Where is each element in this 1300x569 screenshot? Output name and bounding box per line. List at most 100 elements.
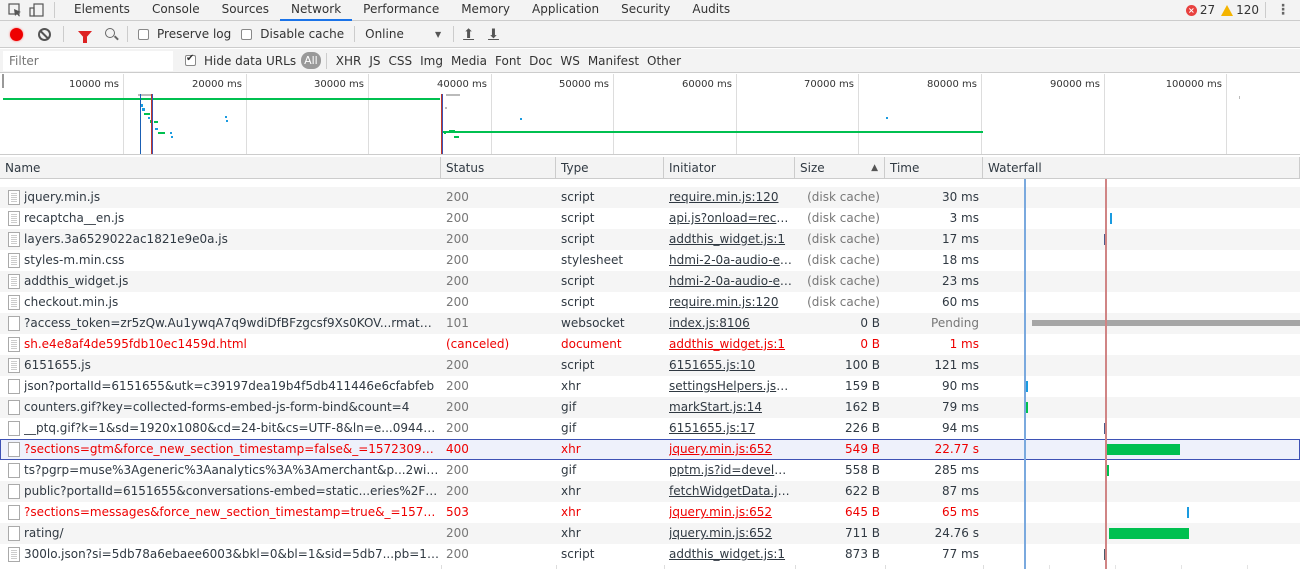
cell-initiator[interactable]: index.js:8106 [669, 313, 792, 334]
cell-time: 79 ms [941, 400, 979, 414]
cell-initiator[interactable]: markStart.js:14 [669, 397, 792, 418]
blank-file-icon [8, 484, 20, 499]
hide-data-urls-checkbox[interactable]: Hide data URLs [185, 53, 296, 68]
overview-request-bar [225, 116, 227, 118]
divider [127, 26, 128, 42]
cell-status: 200 [446, 421, 469, 435]
tab-audits[interactable]: Audits [681, 0, 741, 20]
network-toolbar: Preserve log Disable cache Online ▼ ⬆ ⬇ [0, 21, 1300, 48]
cell-time: 87 ms [941, 484, 979, 498]
cell-initiator[interactable]: addthis_widget.js:1 [669, 544, 792, 565]
cell-initiator[interactable]: 6151655.js:10 [669, 355, 792, 376]
filter-type-manifest[interactable]: Manifest [588, 54, 639, 68]
cell-initiator[interactable]: hdmi-2-0a-audio-ext... [669, 250, 792, 271]
cell-initiator[interactable]: addthis_widget.js:1 [669, 229, 792, 250]
cell-status: 200 [446, 463, 469, 477]
overview-resizer-handle[interactable] [2, 74, 4, 88]
cell-initiator[interactable]: hdmi-2-0a-audio-ext... [669, 271, 792, 292]
overview-gridline [368, 74, 369, 154]
cell-type: script [561, 547, 595, 561]
cell-size: (disk cache) [807, 274, 880, 288]
cell-initiator[interactable]: addthis_widget.js:1 [669, 334, 792, 355]
cell-initiator[interactable]: settingsHelpers.js:12 [669, 376, 792, 397]
cell-time: 77 ms [941, 547, 979, 561]
cell-status: 200 [446, 232, 469, 246]
dom-content-loaded-line [1024, 179, 1026, 569]
cell-name: public?portalId=6151655&conversations-em… [24, 484, 439, 498]
tab-sources[interactable]: Sources [211, 0, 280, 20]
filter-input[interactable] [3, 50, 173, 71]
overview-gridline [1104, 74, 1105, 154]
throttling-select[interactable]: Online ▼ [365, 27, 441, 41]
disable-cache-box[interactable] [241, 28, 253, 40]
column-header-waterfall[interactable]: Waterfall [983, 157, 1300, 179]
cell-size: 0 B [860, 316, 880, 330]
cell-initiator[interactable]: api.js?onload=recapt... [669, 208, 792, 229]
overview-timeline[interactable]: 10000 ms 20000 ms 30000 ms 40000 ms 50000 ms… [0, 74, 1300, 155]
record-button[interactable] [10, 27, 23, 41]
column-header-status[interactable]: Status [441, 157, 556, 179]
inspect-element-button[interactable] [4, 0, 26, 20]
disable-cache-checkbox[interactable]: Disable cache [241, 27, 344, 41]
tab-application[interactable]: Application [521, 0, 610, 20]
filter-type-ws[interactable]: WS [560, 54, 579, 68]
filter-type-doc[interactable]: Doc [529, 54, 552, 68]
filter-type-other[interactable]: Other [647, 54, 681, 68]
more-options-icon[interactable]: ⋮ [1276, 3, 1290, 17]
column-header-initiator[interactable]: Initiator [664, 157, 795, 179]
blank-file-icon [8, 442, 20, 457]
cell-type: gif [561, 400, 577, 414]
clear-button[interactable] [38, 27, 51, 41]
divider [1265, 2, 1266, 18]
column-header-size[interactable]: Size ▲ [795, 157, 885, 179]
cell-time: 60 ms [941, 295, 979, 309]
cell-size: 162 B [845, 400, 880, 414]
cell-initiator[interactable]: jquery.min.js:652 [669, 523, 792, 544]
table-header: Name Status Type Initiator Size ▲ Time Waterfal… [0, 157, 1300, 179]
column-header-type[interactable]: Type [556, 157, 664, 179]
sort-ascending-icon: ▲ [871, 163, 878, 173]
tab-elements[interactable]: Elements [63, 0, 141, 20]
tab-memory[interactable]: Memory [450, 0, 521, 20]
tab-security[interactable]: Security [610, 0, 681, 20]
overview-request-bar [444, 132, 446, 134]
filter-type-all[interactable]: All [301, 52, 321, 69]
cell-name: checkout.min.js [24, 295, 119, 309]
overview-gridline [858, 74, 859, 154]
cell-type: stylesheet [561, 253, 624, 267]
cell-name: sh.e4e8af4de595fdb10ec1459d.html [24, 337, 247, 351]
column-header-name[interactable]: Name [0, 157, 441, 179]
preserve-log-box[interactable] [138, 28, 149, 40]
column-header-label: Status [446, 161, 485, 175]
column-header-time[interactable]: Time [885, 157, 983, 179]
filter-icon[interactable] [78, 30, 92, 43]
overview-tick-label: 80000 ms [927, 79, 977, 90]
tab-console[interactable]: Console [141, 0, 211, 20]
cell-status: 200 [446, 295, 469, 309]
tab-network[interactable]: Network [280, 0, 353, 21]
cell-initiator[interactable]: require.min.js:120 [669, 292, 792, 313]
cell-size: (disk cache) [807, 232, 880, 246]
cell-time: 3 ms [949, 211, 979, 225]
filter-type-js[interactable]: JS [369, 54, 380, 68]
device-toolbar-button[interactable] [26, 0, 48, 20]
cell-status: 200 [446, 274, 469, 288]
cell-initiator[interactable]: fetchWidgetData.js:79 [669, 481, 792, 502]
search-icon[interactable] [105, 27, 115, 38]
filter-type-media[interactable]: Media [451, 54, 487, 68]
filter-type-xhr[interactable]: XHR [336, 54, 362, 68]
import-har-icon[interactable]: ⬆ [463, 27, 474, 42]
filter-type-img[interactable]: Img [420, 54, 443, 68]
cell-initiator[interactable]: pptm.js?id=develop.... [669, 460, 792, 481]
cell-initiator[interactable]: 6151655.js:17 [669, 418, 792, 439]
filter-type-font[interactable]: Font [495, 54, 521, 68]
preserve-log-checkbox[interactable]: Preserve log [138, 27, 231, 41]
cell-initiator[interactable]: require.min.js:120 [669, 187, 792, 208]
cell-initiator[interactable]: jquery.min.js:652 [669, 502, 792, 523]
export-har-icon[interactable]: ⬇ [488, 27, 499, 42]
cell-initiator[interactable]: jquery.min.js:652 [669, 439, 792, 460]
console-counts[interactable]: × 27 120 ⋮ [1185, 0, 1300, 20]
tab-performance[interactable]: Performance [352, 0, 450, 20]
hide-data-urls-box[interactable] [185, 53, 196, 66]
filter-type-css[interactable]: CSS [388, 54, 412, 68]
